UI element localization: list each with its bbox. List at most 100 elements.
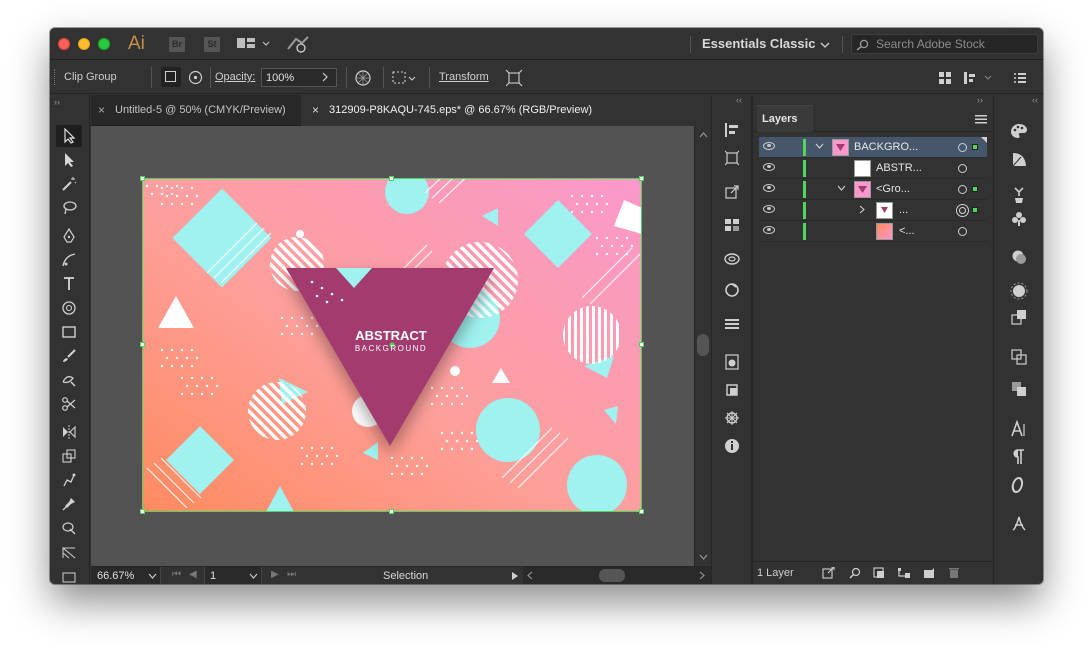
scroll-up-icon[interactable] bbox=[699, 132, 708, 138]
layer-row[interactable]: ABSTR... bbox=[759, 158, 987, 179]
last-artboard-icon[interactable]: ⏭ bbox=[287, 569, 296, 580]
transparency-panel-icon[interactable] bbox=[999, 305, 1039, 329]
expand-toolbar-icon[interactable]: ›› bbox=[54, 97, 60, 107]
color-panel-icon[interactable] bbox=[999, 119, 1039, 143]
type-tool-icon[interactable] bbox=[56, 273, 82, 295]
zoom-select[interactable]: 66.67% bbox=[91, 567, 161, 584]
chevron-down-icon[interactable] bbox=[820, 41, 830, 49]
panel-menu-icon[interactable] bbox=[1013, 71, 1027, 85]
expand-panel-icon[interactable]: ›› bbox=[977, 95, 983, 105]
collapse-arrow-icon[interactable] bbox=[837, 185, 846, 192]
resize-handle[interactable] bbox=[639, 176, 644, 181]
chevron-right-icon[interactable] bbox=[321, 72, 329, 82]
direct-selection-tool-icon[interactable] bbox=[56, 149, 82, 171]
shape-builder-tool-icon[interactable] bbox=[56, 517, 82, 539]
resize-handle[interactable] bbox=[389, 176, 394, 181]
delete-selection-icon[interactable] bbox=[948, 566, 960, 579]
scroll-left-icon[interactable] bbox=[527, 571, 533, 580]
export-panel-icon[interactable] bbox=[712, 181, 752, 203]
resize-handle[interactable] bbox=[389, 509, 394, 514]
navigator-panel-icon[interactable] bbox=[712, 407, 752, 429]
artboard-navigation-select[interactable]: 1 bbox=[204, 567, 262, 584]
vertical-scrollbar[interactable] bbox=[694, 126, 711, 566]
document-info-icon[interactable] bbox=[712, 351, 752, 373]
asset-export-icon[interactable] bbox=[712, 279, 752, 301]
visibility-eye-icon[interactable] bbox=[763, 226, 775, 234]
scroll-right-icon[interactable] bbox=[699, 571, 705, 580]
scrollbar-thumb[interactable] bbox=[697, 334, 709, 356]
resize-handle[interactable] bbox=[140, 342, 145, 347]
paintbrush-tool-icon[interactable] bbox=[56, 345, 82, 367]
rectangle-tool-icon[interactable] bbox=[56, 321, 82, 343]
graphic-styles-icon[interactable] bbox=[999, 245, 1039, 269]
first-artboard-icon[interactable]: ⏮ bbox=[172, 569, 181, 580]
layer-row[interactable]: BACKGRO... bbox=[759, 137, 987, 158]
pin-tool-icon[interactable] bbox=[56, 493, 82, 515]
paragraph-panel-icon[interactable] bbox=[999, 445, 1039, 469]
glyphs-panel-icon[interactable] bbox=[999, 511, 1039, 535]
symbols-panel-icon[interactable] bbox=[999, 207, 1039, 231]
close-window-button[interactable] bbox=[58, 38, 70, 50]
target-circle-icon[interactable] bbox=[958, 227, 967, 236]
current-tool-status[interactable]: Selection bbox=[383, 570, 428, 582]
appearance-panel-icon[interactable] bbox=[999, 279, 1039, 303]
visibility-eye-icon[interactable] bbox=[763, 205, 775, 213]
visibility-eye-icon[interactable] bbox=[763, 142, 775, 150]
target-circle-icon[interactable] bbox=[958, 164, 967, 173]
edit-clipping-path-button[interactable] bbox=[161, 67, 181, 87]
magic-wand-tool-icon[interactable] bbox=[56, 173, 82, 195]
layer-row[interactable]: <Gro... bbox=[759, 179, 987, 200]
minimize-window-button[interactable] bbox=[78, 38, 90, 50]
expand-arrow-icon[interactable] bbox=[859, 205, 866, 214]
mesh-tool-icon[interactable] bbox=[56, 565, 82, 584]
target-circle-icon[interactable] bbox=[959, 207, 966, 214]
arrange-documents-icon[interactable] bbox=[237, 37, 271, 51]
isolate-selected-object-icon[interactable] bbox=[505, 69, 523, 87]
distribute-options-icon[interactable] bbox=[963, 71, 993, 85]
lasso-tool-icon[interactable] bbox=[56, 197, 82, 219]
resize-handle[interactable] bbox=[140, 509, 145, 514]
collapse-icon[interactable]: ‹‹ bbox=[736, 95, 742, 105]
puppet-warp-tool-icon[interactable] bbox=[56, 469, 82, 491]
pathfinder-panel-icon[interactable] bbox=[999, 345, 1039, 369]
resize-handle[interactable] bbox=[140, 176, 145, 181]
previous-artboard-icon[interactable]: ◀ bbox=[189, 569, 197, 580]
align-to-selection-icon[interactable] bbox=[391, 69, 419, 87]
selection-indicator[interactable] bbox=[972, 186, 978, 192]
target-circle-icon[interactable] bbox=[958, 185, 967, 194]
horizontal-scrollbar[interactable] bbox=[523, 567, 711, 584]
collect-for-export-icon[interactable] bbox=[822, 567, 835, 579]
selection-indicator[interactable] bbox=[972, 144, 978, 150]
creative-cloud-libraries-icon[interactable] bbox=[712, 247, 752, 269]
recolor-artwork-icon[interactable] bbox=[354, 69, 372, 87]
transform-link[interactable]: Transform bbox=[439, 71, 489, 83]
align-icon[interactable] bbox=[938, 71, 952, 85]
spiral-tool-icon[interactable] bbox=[56, 297, 82, 319]
bridge-button[interactable]: Br bbox=[169, 37, 185, 52]
edit-contents-icon[interactable] bbox=[187, 69, 204, 86]
workspace-switcher[interactable]: Essentials Classic bbox=[702, 36, 815, 51]
gpu-performance-icon[interactable] bbox=[286, 35, 310, 53]
stroke-panel-icon[interactable] bbox=[999, 377, 1039, 401]
create-sublayer-icon[interactable] bbox=[897, 567, 911, 579]
artboards-panel-icon[interactable] bbox=[712, 213, 752, 235]
scissors-tool-icon[interactable] bbox=[56, 393, 82, 415]
selection-indicator[interactable] bbox=[972, 207, 978, 213]
collapse-icon[interactable]: ‹‹ bbox=[1032, 95, 1038, 105]
shaper-tool-icon[interactable] bbox=[56, 369, 82, 391]
opacity-label[interactable]: Opacity: bbox=[215, 71, 255, 83]
resize-handle[interactable] bbox=[639, 509, 644, 514]
character-panel-icon[interactable] bbox=[999, 417, 1039, 441]
scrollbar-thumb[interactable] bbox=[599, 569, 625, 582]
scroll-down-icon[interactable] bbox=[699, 554, 708, 560]
search-adobe-stock-input[interactable]: Search Adobe Stock bbox=[851, 34, 1038, 54]
create-new-layer-icon[interactable] bbox=[923, 567, 935, 579]
layer-row[interactable]: ... bbox=[759, 200, 987, 221]
stock-button[interactable]: St bbox=[204, 37, 220, 52]
reflect-tool-icon[interactable] bbox=[56, 421, 82, 443]
document-canvas[interactable]: ABSTRACT BACKGROUND bbox=[91, 126, 694, 566]
next-artboard-icon[interactable]: ▶ bbox=[271, 569, 279, 580]
visibility-eye-icon[interactable] bbox=[763, 163, 775, 171]
color-guide-icon[interactable] bbox=[999, 147, 1039, 171]
resize-handle[interactable] bbox=[639, 342, 644, 347]
